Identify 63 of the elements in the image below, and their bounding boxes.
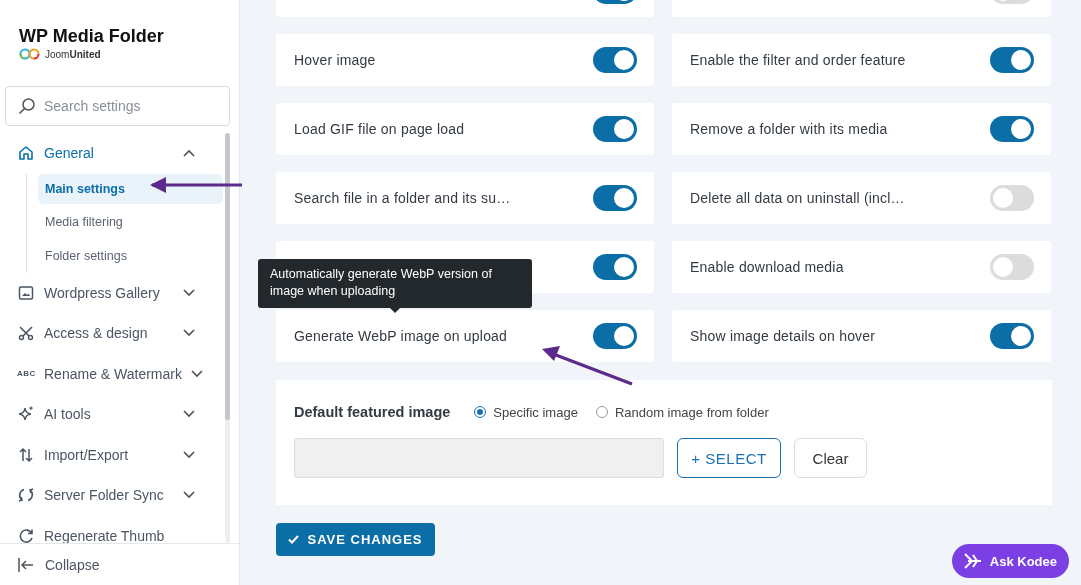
search-icon [18,97,36,115]
nav-subitem[interactable]: Main settings [38,173,223,204]
toggle-switch[interactable] [593,185,637,211]
setting-label: Show image details on hover [690,328,877,344]
abc-icon: ABC [17,369,35,379]
tools-icon [17,324,35,343]
arrows-icon [17,445,35,464]
toggle-switch[interactable] [990,254,1034,280]
toggle-switch[interactable] [990,47,1034,73]
nav-item[interactable]: Server Folder Sync [0,475,225,516]
toggle-switch[interactable] [593,254,637,280]
app-title: WP Media Folder [19,26,165,46]
collapse-icon [17,555,35,574]
tooltip: Automatically generate WebP version of image when uploading [258,259,532,308]
rings-logo-icon [19,48,41,60]
toggle-switch[interactable] [990,185,1034,211]
collapse-button[interactable]: Collapse [0,543,239,585]
nav-item[interactable]: ABC Rename & Watermark [0,353,225,394]
nav-item[interactable]: Wordpress Gallery [0,272,225,313]
scrollbar[interactable] [225,133,230,543]
setting-label: Hover image [294,52,377,68]
nav-item[interactable]: Access & design [0,313,225,354]
setting-label: Search file in a folder and its su… [294,190,512,206]
nav-item[interactable]: Regenerate Thumb [0,515,225,543]
toggle-switch[interactable] [593,323,637,349]
setting-label: Delete all data on uninstall (incl… [690,190,906,206]
save-button[interactable]: SAVE CHANGES [276,523,435,556]
image-path-field[interactable] [294,438,664,478]
toggle-switch[interactable] [990,116,1034,142]
chevron-down-icon [183,329,195,338]
radio-option[interactable]: Random image from folder [595,404,769,420]
home-icon [17,144,35,163]
toggle-switch[interactable] [990,323,1034,349]
image-icon [17,283,35,302]
chevron-down-icon [183,450,195,459]
chevron-down-icon [190,369,203,378]
tooltip-pointer-icon [390,308,400,313]
nav-subitem[interactable]: Folder settings [38,240,223,271]
setting-label: Generate WebP image on upload [294,328,509,344]
select-button[interactable]: + SELECT [677,438,781,478]
sync-icon [17,486,35,505]
brand-name: JoomUnited [45,48,101,60]
check-icon [288,535,300,544]
refresh-icon [17,526,35,543]
chevron-down-icon [183,491,195,500]
search-field[interactable]: Search settings [5,86,230,126]
setting-label: Load GIF file on page load [294,121,466,137]
nav-subitem[interactable]: Media filtering [38,207,223,237]
toggle-switch[interactable] [593,47,637,73]
setting-label: Enable the filter and order feature [690,52,907,68]
clear-button[interactable]: Clear [794,438,867,478]
chevron-down-icon [183,288,195,297]
toggle-switch[interactable] [593,116,637,142]
field-label: Default featured image [294,404,451,420]
chevron-up-icon [183,149,195,158]
nav-item[interactable]: General [0,133,225,174]
radio-option[interactable]: Specific image [474,404,578,420]
nav-item[interactable]: Import/Export [0,434,225,475]
setting-label: Enable download media [690,259,845,275]
chevron-down-icon [183,410,195,419]
setting-label: Remove a folder with its media [690,121,889,137]
assistant-button[interactable]: Ask Kodee [951,544,1069,578]
nav-item[interactable]: AI tools [0,394,225,435]
